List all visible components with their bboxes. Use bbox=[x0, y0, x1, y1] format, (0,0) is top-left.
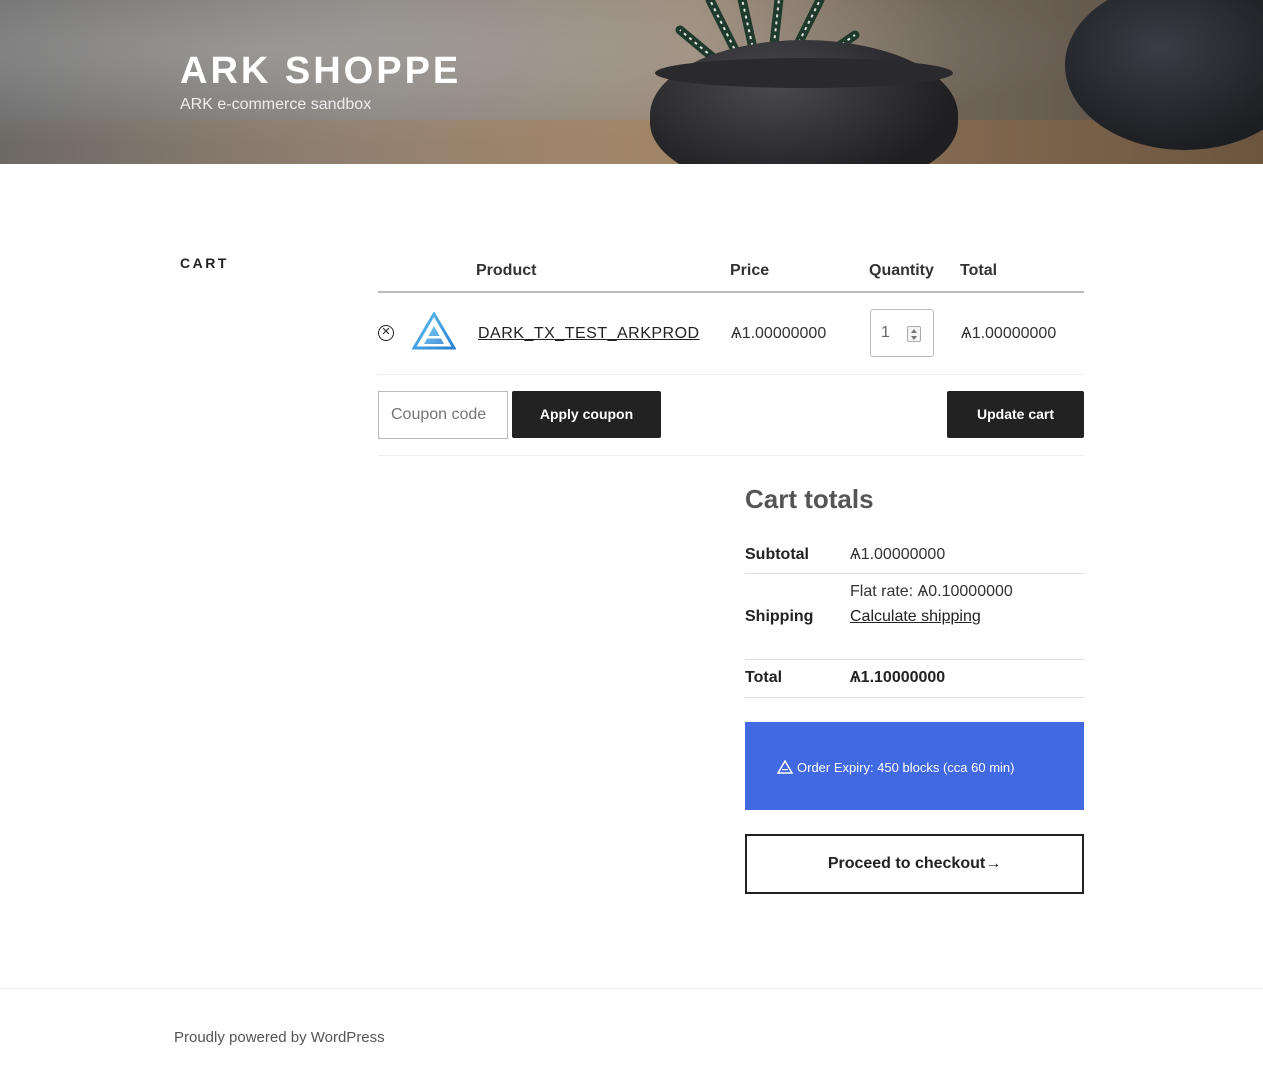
cart-totals-title: Cart totals bbox=[745, 484, 874, 514]
actions-divider bbox=[378, 455, 1084, 456]
site-title[interactable]: ARK SHOPPE bbox=[180, 50, 461, 93]
update-cart-button[interactable]: Update cart bbox=[947, 391, 1084, 438]
header-image-table bbox=[0, 120, 1263, 164]
subtotal-label: Subtotal bbox=[745, 546, 809, 563]
quantity-value[interactable]: 1 bbox=[881, 324, 890, 342]
order-expiry-notice: Order Expiry: 450 blocks (cca 60 min) bbox=[745, 722, 1084, 810]
column-header-total: Total bbox=[960, 262, 998, 279]
site-header: ARK SHOPPE ARK e-commerce sandbox bbox=[0, 0, 1263, 164]
site-description: ARK e-commerce sandbox bbox=[180, 96, 372, 113]
footer-divider bbox=[0, 988, 1263, 989]
order-expiry-text: Order Expiry: 450 blocks (cca 60 min) bbox=[797, 760, 1015, 775]
apply-coupon-button[interactable]: Apply coupon bbox=[512, 391, 661, 438]
table-header-divider bbox=[378, 291, 1084, 293]
total-value: Ѧ1.10000000 bbox=[850, 669, 946, 686]
footer-powered-by[interactable]: Proudly powered by WordPress bbox=[174, 1029, 385, 1046]
column-header-product: Product bbox=[476, 262, 537, 279]
quantity-spinner-icon[interactable] bbox=[907, 326, 921, 342]
remove-circle-x-icon[interactable]: ✕ bbox=[378, 325, 394, 341]
quantity-stepper[interactable]: 1 bbox=[870, 309, 934, 357]
coupon-code-input[interactable] bbox=[378, 391, 508, 439]
product-line-total: Ѧ1.00000000 bbox=[961, 325, 1057, 342]
subtotal-value: Ѧ1.00000000 bbox=[850, 546, 946, 563]
totals-divider bbox=[745, 659, 1084, 660]
proceed-to-checkout-button[interactable]: Proceed to checkout→ bbox=[745, 834, 1084, 894]
column-header-price: Price bbox=[730, 262, 770, 279]
header-image-pot-rim bbox=[655, 58, 953, 88]
shipping-rate: Flat rate: Ѧ0.10000000 bbox=[850, 583, 1013, 600]
ark-logo-icon[interactable] bbox=[412, 312, 456, 350]
ark-symbol-icon bbox=[777, 760, 793, 774]
total-label: Total bbox=[745, 669, 783, 686]
totals-divider bbox=[745, 573, 1084, 574]
page-title: CART bbox=[180, 255, 229, 271]
totals-divider bbox=[745, 697, 1084, 698]
product-name-link[interactable]: DARK_TX_TEST_ARKPROD bbox=[478, 325, 700, 343]
row-divider bbox=[378, 374, 1084, 375]
product-price: Ѧ1.00000000 bbox=[731, 325, 827, 342]
calculate-shipping-link[interactable]: Calculate shipping bbox=[850, 608, 981, 626]
shipping-label: Shipping bbox=[745, 608, 814, 625]
column-header-quantity: Quantity bbox=[869, 262, 934, 279]
